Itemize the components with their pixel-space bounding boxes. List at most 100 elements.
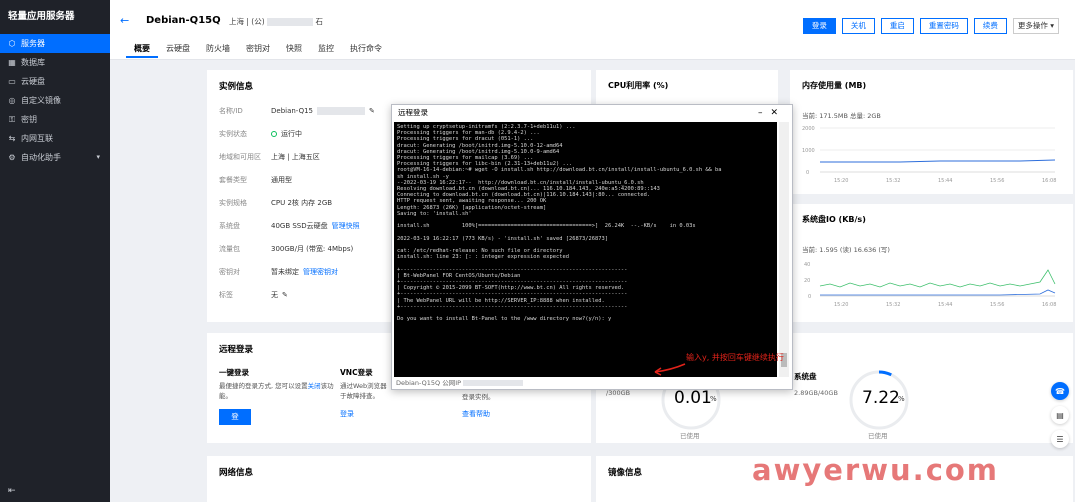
instance-row-link[interactable]: 管理密钥对 [303,267,338,277]
tab-5[interactable]: 监控 [310,42,342,58]
action-button-3[interactable]: 重置密码 [919,18,968,34]
page-header: ← Debian-Q15Q 上海 | (公) 石 登录 关机 重启 重置密码 续费 更多操… [110,0,1075,60]
tab-1[interactable]: 云硬盘 [158,42,198,58]
vnc-login-link[interactable]: 登录 [340,409,354,419]
instance-row-value-text: 通用型 [271,176,292,184]
cpu-usage-title: CPU利用率 (%) [608,81,669,90]
sys-disk-gauge-value: 7.22 [862,388,900,408]
instance-row: 实例状态 运行中 [219,129,302,139]
watermark: awyerwu.com [752,453,1000,487]
x-tick-label: 15:44 [938,302,952,308]
x-tick-label: 16:08 [1042,178,1056,184]
instance-row-label: 实例规格 [219,199,247,207]
annotation-arrow-icon [654,363,686,376]
edit-pencil-icon[interactable]: ✎ [282,291,288,299]
io-y-tick: 40 [804,262,810,268]
instance-row-label: 地域和可用区 [219,153,261,161]
instance-row-value: 无 ✎ [271,290,288,300]
instance-row-value: 运行中 [271,129,302,139]
one-click-close-link[interactable]: 关闭 [308,382,321,390]
instance-row-value: Debian-Q15 ✎ [271,106,375,116]
tab-3[interactable]: 密钥对 [238,42,278,58]
instance-row-label: 名称/ID [219,107,243,115]
sidebar: 轻量应用服务器 ⬡ 服务器 ▦ 数据库 ▭ 云硬盘 ◎ 自定义镜像 ⚿ 密钥 ⇆ 内网互联 ⚙ 自动化助手… [0,0,110,502]
running-status-icon [271,131,277,137]
key-icon: ⚿ [8,115,16,124]
minimize-icon[interactable]: – [758,108,771,118]
x-tick-label: 15:20 [834,302,848,308]
instance-row-value-text: 40GB SSD云硬盘 [271,222,328,230]
instance-row: 名称/ID Debian-Q15 ✎ [219,106,375,116]
action-button-4[interactable]: 续费 [973,18,1007,34]
sidebar-item-3[interactable]: ◎ 自定义镜像 [0,91,110,110]
instance-row: 标签 无 ✎ [219,290,288,300]
sidebar-item-label: 数据库 [21,58,45,67]
sys-disk-gauge-unit: % [898,395,905,403]
sidebar-item-1[interactable]: ▦ 数据库 [0,53,110,72]
terminal-line: root@VM-16-14-debian:~# wget -O install.… [397,167,722,174]
edit-pencil-icon[interactable]: ✎ [369,107,375,115]
headset-support-icon[interactable]: ☎ [1051,382,1069,400]
instance-row-value: CPU 2核 内存 2GB [271,198,332,208]
chevron-down-icon: ▾ [96,153,100,161]
one-click-title: 一键登录 [219,368,249,377]
disk-io-current: 当前: 1.595 (读) 16.636 (写) [802,246,890,254]
remote-terminal-window[interactable]: 远程登录 –✕ Setting up cryptsetup-initramfs … [391,104,793,390]
tab-6[interactable]: 执行命令 [342,42,390,58]
tab-2[interactable]: 防火墙 [198,42,238,58]
automation-icon: ⚙ [8,153,16,162]
sidebar-item-label: 内网互联 [21,134,53,143]
sidebar-item-0[interactable]: ⬡ 服务器 [0,34,110,53]
instance-row-link[interactable]: 管理快照 [332,221,360,231]
memory-series-line [820,159,1056,163]
terminal-scrollbar[interactable] [779,122,789,377]
book-docs-icon[interactable]: ▤ [1051,406,1069,424]
list-feedback-icon[interactable]: ☰ [1051,430,1069,448]
vnc-desc-line1: 通过Web浏览器 [340,382,387,390]
terminal-titlebar[interactable]: 远程登录 –✕ [392,105,792,121]
instance-row-value-text: 300GB/月 (带宽: 4Mbps) [271,245,354,253]
instance-row-label: 标签 [219,291,233,299]
back-arrow-icon[interactable]: ← [120,14,129,27]
sidebar-item-6[interactable]: ⚙ 自动化助手 ▾ [0,148,110,167]
terminal-footer: Debian-Q15Q 公网IP [396,377,524,387]
sidebar-item-4[interactable]: ⚿ 密钥 [0,110,110,129]
action-button-0[interactable]: 登录 [802,18,836,34]
disk-io-chart: 40 20 0 15:20 15:32 15:44 15:56 16:08 [804,262,1056,308]
mem-y-tick: 1000 [802,148,815,154]
chevron-down-icon: ▾ [1047,21,1054,30]
sidebar-item-5[interactable]: ⇆ 内网互联 [0,129,110,148]
one-click-login-button[interactable]: 登录 [219,409,251,435]
disk-io-write-line [819,269,1056,288]
traffic-gauge-value: 0.01 [674,388,712,408]
disk-io-read-line [820,289,1056,296]
help-link[interactable]: 查看帮助 [462,409,490,419]
instance-row-value-text: CPU 2核 内存 2GB [271,199,333,207]
disk-io-card: 系统盘IO (KB/s) 当前: 1.595 (读) 16.636 (写) 40… [790,204,1073,322]
sidebar-item-2[interactable]: ▭ 云硬盘 [0,72,110,91]
network-info-card: 网络信息 [207,456,591,502]
close-icon[interactable]: ✕ [770,108,786,118]
region-text: 上海 | (公) [229,17,265,26]
tab-0[interactable]: 概要 [126,42,158,58]
instance-row-value: 上海 | 上海五区 [271,152,320,162]
collapse-sidebar-icon[interactable]: ⇤ [8,486,16,496]
one-click-desc: 最便捷的登录方式, 您可以设置关闭该功能。 [219,381,337,401]
traffic-used-label: 已使用 [680,432,700,440]
traffic-gauge-unit: % [710,395,717,403]
page-title: Debian-Q15Q [146,15,221,26]
tab-4[interactable]: 快照 [278,42,310,58]
memory-current: 当前: 171.5MB 总量: 2GB [802,112,881,120]
masked-public-ip [463,380,524,386]
sys-disk-stat: 2.89GB/40GB [794,389,838,397]
vnc-desc-line2: 于故障排查。 [340,392,379,400]
action-button-2[interactable]: 重启 [880,18,914,34]
action-button-1[interactable]: 关机 [841,18,875,34]
action-button-5[interactable]: 更多操作 ▾ [1012,18,1059,34]
mirror-info-title: 镜像信息 [608,468,643,478]
sidebar-item-label: 自定义镜像 [21,96,61,105]
memory-usage-card: 内存使用量 (MB) 当前: 171.5MB 总量: 2GB 2000 1000… [790,70,1073,194]
terminal-footer-text: Debian-Q15Q 公网IP [396,379,462,387]
terminal-screen[interactable]: Setting up cryptsetup-initramfs (2:2.3.7… [394,122,777,377]
instance-info-title: 实例信息 [219,82,254,92]
